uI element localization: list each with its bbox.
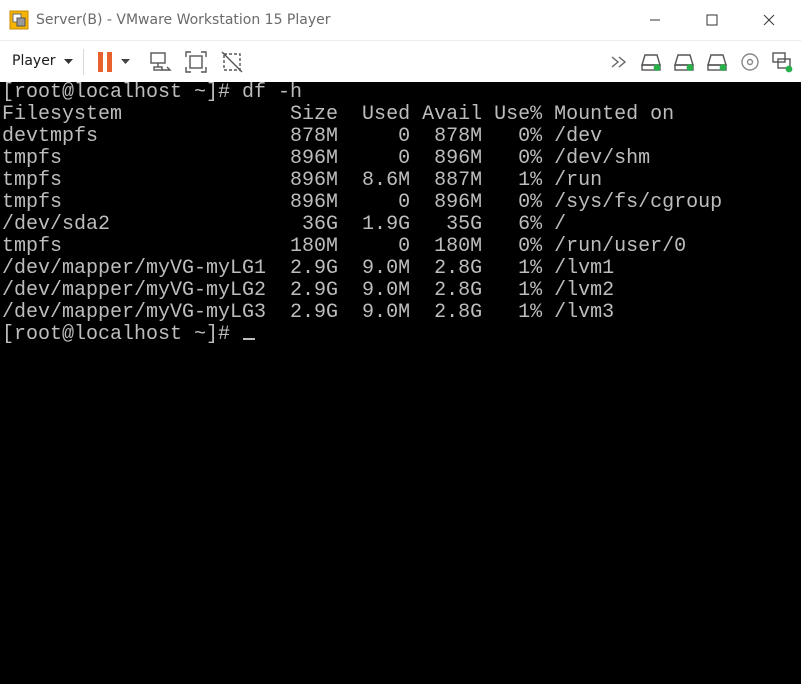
df-row: /dev/sda2 36G 1.9G 35G 6% /	[2, 213, 567, 236]
more-devices-icon[interactable]	[609, 49, 631, 75]
send-ctrl-alt-del-icon[interactable]	[147, 49, 173, 75]
toolbar: Player	[0, 40, 801, 83]
vmware-player-icon	[9, 10, 29, 30]
df-row: tmpfs 896M 8.6M 887M 1% /run	[2, 169, 603, 192]
df-row: tmpfs 896M 0 896M 0% /dev/shm	[2, 147, 651, 170]
minimize-icon[interactable]	[632, 0, 678, 40]
text-cursor	[243, 338, 256, 340]
unity-icon[interactable]	[219, 49, 245, 75]
df-row: /dev/mapper/myVG-myLG3 2.9G 9.0M 2.8G 1%…	[2, 301, 615, 324]
pause-icon[interactable]	[92, 49, 118, 75]
cd-dvd-icon[interactable]	[737, 49, 763, 75]
final-prompt: [root@localhost ~]#	[2, 323, 243, 346]
player-menu-button[interactable]: Player	[12, 50, 73, 72]
df-row: tmpfs 180M 0 180M 0% /run/user/0	[2, 235, 687, 258]
hard-disk-1-icon[interactable]	[638, 49, 664, 75]
network-adapter-icon[interactable]	[769, 49, 795, 75]
hard-disk-3-icon[interactable]	[704, 49, 730, 75]
df-rows: devtmpfs 878M 0 878M 0% /dev tmpfs 896M 0…	[2, 126, 722, 324]
window-title: Server(B) - VMware Workstation 15 Player	[36, 12, 331, 28]
df-row: devtmpfs 878M 0 878M 0% /dev	[2, 125, 603, 148]
maximize-icon[interactable]	[689, 0, 735, 40]
terminal-output: [root@localhost ~]# df -h Filesystem Size…	[2, 82, 722, 346]
df-row: /dev/mapper/myVG-myLG1 2.9G 9.0M 2.8G 1%…	[2, 257, 615, 280]
close-icon[interactable]	[746, 0, 792, 40]
hard-disk-2-icon[interactable]	[671, 49, 697, 75]
df-row: /dev/mapper/myVG-myLG2 2.9G 9.0M 2.8G 1%…	[2, 279, 615, 302]
fit-guest-icon[interactable]	[183, 49, 209, 75]
command-line: [root@localhost ~]# df -h	[2, 82, 303, 104]
toolbar-divider	[83, 49, 84, 75]
dropdown-caret-icon[interactable]	[118, 49, 132, 75]
chevron-down-icon	[63, 53, 73, 69]
final-prompt-line: [root@localhost ~]#	[2, 324, 722, 346]
title-bar: Server(B) - VMware Workstation 15 Player	[0, 0, 801, 40]
player-menu-label: Player	[12, 53, 56, 69]
df-header: Filesystem Size Used Avail Use% Mounted …	[2, 103, 675, 126]
df-row: tmpfs 896M 0 896M 0% /sys/fs/cgroup	[2, 191, 723, 214]
vm-console-screen[interactable]: [root@localhost ~]# df -h Filesystem Size…	[0, 82, 801, 684]
